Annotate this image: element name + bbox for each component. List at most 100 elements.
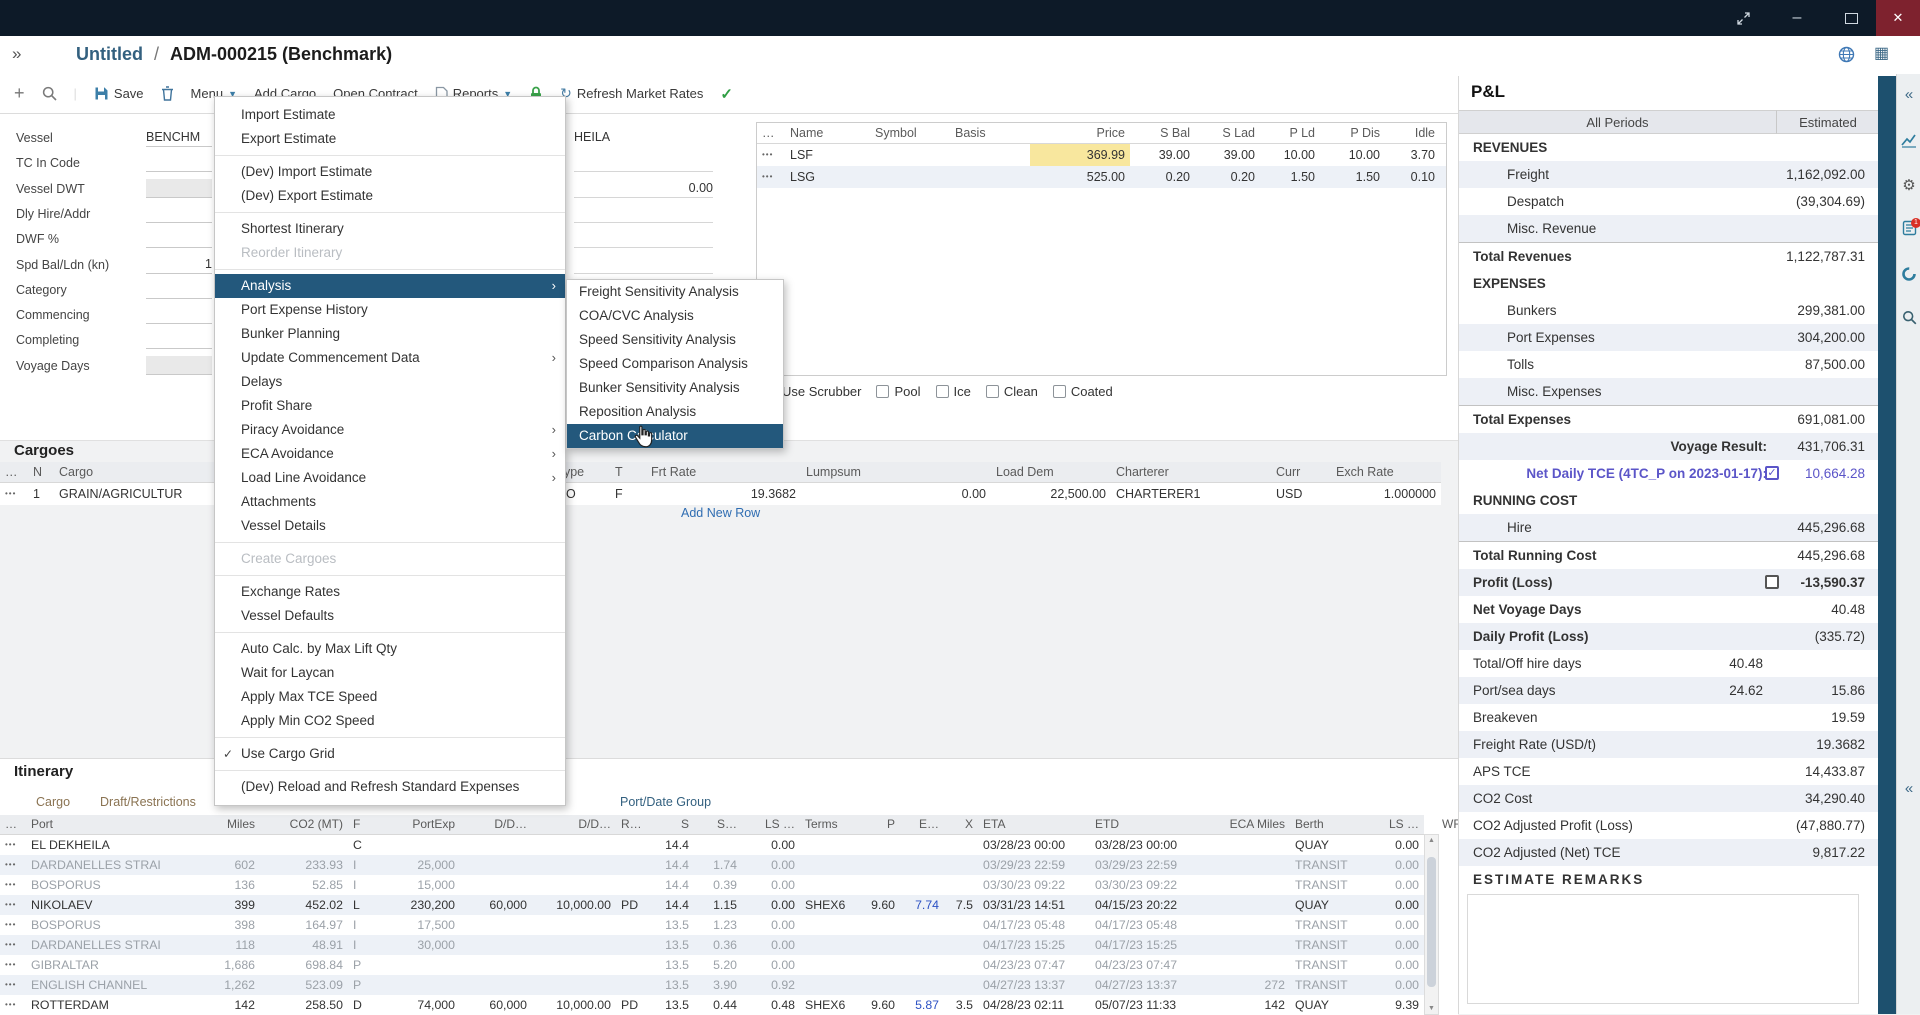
tab-cargo[interactable]: Cargo bbox=[36, 795, 70, 809]
menu-item-exchange-rates[interactable]: Exchange Rates bbox=[215, 580, 565, 604]
menu-item-eca-avoidance[interactable]: ECA Avoidance› bbox=[215, 442, 565, 466]
donut-chart-icon[interactable] bbox=[1897, 266, 1920, 282]
port-field[interactable]: 0.00 bbox=[574, 179, 713, 198]
port-field[interactable] bbox=[574, 204, 713, 223]
menu-item-shortest-itinerary[interactable]: Shortest Itinerary bbox=[215, 217, 565, 241]
scroll-down-icon[interactable]: ▼ bbox=[1425, 1005, 1438, 1012]
menu-item-vessel-details[interactable]: Vessel Details bbox=[215, 514, 565, 538]
port-field[interactable] bbox=[574, 255, 713, 274]
table-row[interactable]: •••LSG525.000.200.201.501.500.10 bbox=[757, 166, 1446, 188]
port-field[interactable] bbox=[574, 229, 713, 248]
new-button[interactable]: + bbox=[14, 83, 25, 104]
menu-item-apply-min-co2-speed[interactable]: Apply Min CO2 Speed bbox=[215, 709, 565, 733]
field-input-spd-bal-ldn-kn-[interactable]: 1 bbox=[146, 255, 212, 274]
itinerary-scrollbar[interactable]: ▲ ▼ bbox=[1424, 834, 1439, 1015]
checkbox-clean[interactable] bbox=[986, 385, 999, 398]
submenu-item-speed-sensitivity-analysis[interactable]: Speed Sensitivity Analysis bbox=[567, 328, 783, 352]
tce-checkbox[interactable]: ✓ bbox=[1765, 466, 1779, 480]
table-row[interactable]: •••DARDANELLES STRAI602233.93I25,00014.4… bbox=[0, 855, 1424, 875]
tab-draft-restrictions[interactable]: Draft/Restrictions bbox=[100, 795, 196, 809]
checkbox-pool[interactable] bbox=[876, 385, 889, 398]
menu-item-update-commencement-data[interactable]: Update Commencement Data› bbox=[215, 346, 565, 370]
sidebar-expand-icon[interactable]: » bbox=[12, 44, 21, 64]
window-close-button[interactable]: ✕ bbox=[1876, 0, 1920, 36]
menu-item-export-estimate[interactable]: Export Estimate bbox=[215, 127, 565, 151]
window-minimize-button[interactable]: – bbox=[1776, 0, 1818, 36]
menu-item-port-expense-history[interactable]: Port Expense History bbox=[215, 298, 565, 322]
field-input-vessel-dwt[interactable] bbox=[146, 179, 212, 198]
table-row[interactable]: •••BOSPORUS13652.85I15,00014.40.390.0003… bbox=[0, 875, 1424, 895]
menu-item-import-estimate[interactable]: Import Estimate bbox=[215, 103, 565, 127]
collapse-panel-icon[interactable]: « bbox=[1897, 86, 1920, 103]
save-button[interactable]: Save bbox=[94, 86, 144, 101]
pnl-column-all-periods[interactable]: All Periods bbox=[1459, 110, 1777, 134]
scroll-thumb[interactable] bbox=[1427, 857, 1436, 987]
menu-item-apply-max-tce-speed[interactable]: Apply Max TCE Speed bbox=[215, 685, 565, 709]
table-row[interactable]: •••DARDANELLES STRAI11848.91I30,00013.50… bbox=[0, 935, 1424, 955]
menu-item-wait-for-laycan[interactable]: Wait for Laycan bbox=[215, 661, 565, 685]
menu-item-piracy-avoidance[interactable]: Piracy Avoidance› bbox=[215, 418, 565, 442]
submenu-item-reposition-analysis[interactable]: Reposition Analysis bbox=[567, 400, 783, 424]
cell: 525.00 bbox=[1030, 166, 1130, 188]
field-input-category[interactable] bbox=[146, 280, 212, 299]
menu-item-delays[interactable]: Delays bbox=[215, 370, 565, 394]
submenu-item-speed-comparison-analysis[interactable]: Speed Comparison Analysis bbox=[567, 352, 783, 376]
port-date-group-link[interactable]: Port/Date Group bbox=[620, 795, 711, 809]
table-row[interactable]: •••GIBRALTAR1,686698.84P13.55.200.0004/2… bbox=[0, 955, 1424, 975]
submenu-item-freight-sensitivity-analysis[interactable]: Freight Sensitivity Analysis bbox=[567, 280, 783, 304]
cell: 230,200 bbox=[374, 895, 460, 915]
cell: DARDANELLES STRAI bbox=[26, 855, 196, 875]
breadcrumb-untitled[interactable]: Untitled bbox=[76, 44, 143, 65]
table-row[interactable]: •••LSF369.9939.0039.0010.0010.003.70 bbox=[757, 144, 1446, 166]
table-row[interactable]: •••NIKOLAEV399452.02L230,20060,00010,000… bbox=[0, 895, 1424, 915]
window-maximize-button[interactable] bbox=[1830, 0, 1872, 36]
delete-button[interactable] bbox=[161, 86, 174, 101]
submenu-item-carbon-calculator[interactable]: Carbon Calculator bbox=[567, 424, 783, 448]
table-row[interactable]: •••BOSPORUS398164.97I17,50013.51.230.000… bbox=[0, 915, 1424, 935]
menu-item--dev-import-estimate[interactable]: (Dev) Import Estimate bbox=[215, 160, 565, 184]
table-row[interactable]: •••ROTTERDAM142258.50D74,00060,00010,000… bbox=[0, 995, 1424, 1015]
grid-view-icon[interactable]: ▦ bbox=[1874, 43, 1889, 63]
gear-icon[interactable]: ⚙ bbox=[1897, 176, 1920, 194]
field-input-vessel[interactable]: BENCHM bbox=[146, 128, 212, 147]
menu-item-bunker-planning[interactable]: Bunker Planning bbox=[215, 322, 565, 346]
menu-item-load-line-avoidance[interactable]: Load Line Avoidance› bbox=[215, 466, 565, 490]
menu-item-vessel-defaults[interactable]: Vessel Defaults bbox=[215, 604, 565, 628]
port-field[interactable] bbox=[574, 153, 713, 172]
pnl-rows: REVENUESFreight1,162,092.00Despatch(39,3… bbox=[1459, 134, 1879, 893]
cell: I bbox=[348, 855, 374, 875]
port-field[interactable]: HEILA bbox=[574, 128, 713, 146]
menu-item-use-cargo-grid[interactable]: Use Cargo Grid✓ bbox=[215, 742, 565, 766]
search-icon[interactable] bbox=[1897, 310, 1920, 325]
field-input-dwf-[interactable] bbox=[146, 229, 212, 248]
checkbox-coated[interactable] bbox=[1053, 385, 1066, 398]
pnl-column-estimated[interactable]: Estimated bbox=[1777, 110, 1879, 134]
scroll-up-icon[interactable]: ▲ bbox=[1425, 837, 1438, 844]
field-input-tc-in-code[interactable] bbox=[146, 153, 212, 172]
menu-item-auto-calc-by-max-lift-qty[interactable]: Auto Calc. by Max Lift Qty bbox=[215, 637, 565, 661]
add-new-row-link[interactable]: Add New Row bbox=[681, 506, 760, 520]
estimate-remarks-input[interactable] bbox=[1467, 894, 1859, 1004]
menu-item--dev-reload-and-refresh-standard-expenses[interactable]: (Dev) Reload and Refresh Standard Expens… bbox=[215, 775, 565, 799]
table-row[interactable]: •••ENGLISH CHANNEL1,262523.09P13.53.900.… bbox=[0, 975, 1424, 995]
search-button[interactable] bbox=[42, 86, 57, 101]
field-input-commencing[interactable] bbox=[146, 305, 212, 324]
field-input-completing[interactable] bbox=[146, 330, 212, 349]
checkbox-ice[interactable] bbox=[936, 385, 949, 398]
refresh-market-rates-button[interactable]: ↻ Refresh Market Rates bbox=[560, 85, 703, 102]
submenu-item-bunker-sensitivity-analysis[interactable]: Bunker Sensitivity Analysis bbox=[567, 376, 783, 400]
submenu-item-coa-cvc-analysis[interactable]: COA/CVC Analysis bbox=[567, 304, 783, 328]
window-expand-button[interactable] bbox=[1722, 0, 1764, 36]
chart-icon[interactable] bbox=[1897, 132, 1920, 148]
field-input-voyage-days[interactable] bbox=[146, 356, 212, 375]
column-header: S Lad bbox=[1195, 123, 1260, 143]
menu-item-attachments[interactable]: Attachments bbox=[215, 490, 565, 514]
menu-item-profit-share[interactable]: Profit Share bbox=[215, 394, 565, 418]
collapse-bottom-panel-icon[interactable]: « bbox=[1897, 780, 1920, 797]
menu-item-analysis[interactable]: Analysis› bbox=[215, 274, 565, 298]
profit-checkbox[interactable] bbox=[1765, 575, 1779, 589]
field-input-dly-hire-addr[interactable] bbox=[146, 204, 212, 223]
globe-icon[interactable] bbox=[1838, 46, 1855, 63]
menu-item--dev-export-estimate[interactable]: (Dev) Export Estimate bbox=[215, 184, 565, 208]
table-row[interactable]: •••EL DEKHEILAC14.40.0003/28/23 00:0003/… bbox=[0, 835, 1424, 855]
